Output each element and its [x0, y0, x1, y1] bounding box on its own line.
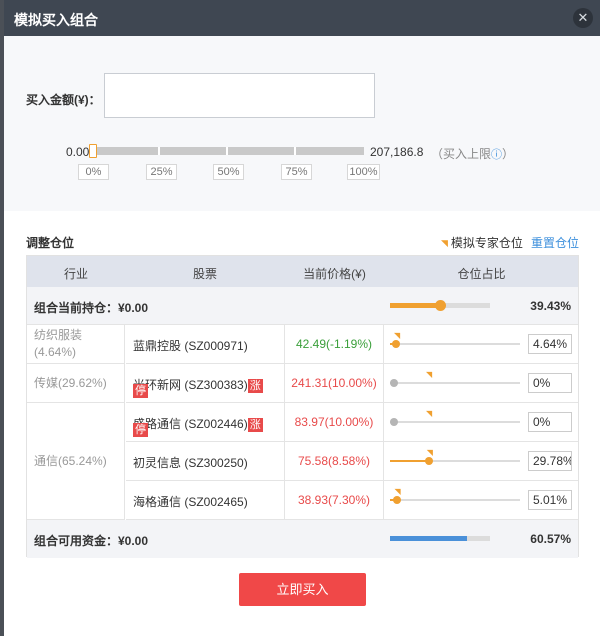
- dialog-titlebar: 模拟买入组合 ✕: [4, 0, 600, 36]
- buy-limit-hint: （买入上限ⓘ）: [431, 145, 514, 162]
- limit-up-badge: 涨: [247, 378, 263, 393]
- industry-cell: 传媒(29.62%): [27, 364, 125, 403]
- cash-summary-pct: 60.57%: [530, 532, 571, 546]
- weight-slider[interactable]: ◥: [390, 409, 520, 426]
- weight-slider-fill: [390, 460, 429, 462]
- stock-row: 盛路通信 (SZ002446) 涨 停 83.97(10.00%) ◥ 0%: [126, 403, 578, 442]
- reset-position-link[interactable]: 重置仓位: [531, 234, 579, 251]
- header-weight: 仓位占比: [457, 267, 506, 281]
- dialog-title: 模拟买入组合: [14, 12, 98, 28]
- holding-summary-label: 组合当前持仓：¥0.00: [34, 301, 149, 315]
- holding-bar-fill: [390, 303, 441, 308]
- flag-icon: ◥: [426, 370, 433, 379]
- cash-bar: [390, 536, 490, 541]
- slider-min-value: 0.00: [66, 145, 90, 159]
- weight-input[interactable]: 0%: [528, 412, 572, 432]
- cash-summary-label: 组合可用资金：¥0.00: [34, 534, 149, 548]
- weight-slider-handle[interactable]: [392, 496, 401, 504]
- stock-price: 42.49(-1.19%): [284, 325, 384, 363]
- weight-input[interactable]: 5.01%: [528, 490, 572, 510]
- stock-name: 蓝鼎控股 (SZ000971): [133, 339, 248, 353]
- stock-name-text: 盛路通信 (SZ002446): [133, 417, 248, 431]
- holding-summary-row: 组合当前持仓：¥0.00 39.43%: [27, 287, 578, 325]
- industry-label: 通信(65.24%): [34, 453, 107, 468]
- buy-now-button[interactable]: 立即买入: [239, 573, 366, 606]
- limit-up-badge: 停: [133, 384, 148, 398]
- flag-icon: ◥: [394, 487, 401, 496]
- stock-name: 海格通信 (SZ002465): [133, 495, 248, 509]
- amount-slider-handle[interactable]: [89, 144, 97, 158]
- cash-summary-row: 组合可用资金：¥0.00 60.57%: [27, 520, 578, 558]
- buy-amount-section: 买入金额(¥)： 0.00 207,186.8 （买入上限ⓘ） 0% 25% 5…: [4, 36, 600, 211]
- industry-label: 纺织服装 (4.64%): [34, 327, 82, 361]
- stock-row: 蓝鼎控股 (SZ000971) 42.49(-1.19%) ◥ 4.64%: [126, 325, 578, 364]
- limit-up-badge: 涨: [247, 417, 263, 432]
- weight-slider[interactable]: ◥: [390, 331, 520, 348]
- industry-cell: 纺织服装 (4.64%): [27, 325, 125, 364]
- stock-name: 初灵信息 (SZ300250): [133, 456, 248, 470]
- flag-icon: ◥: [426, 448, 433, 457]
- limit-up-badge: 停: [133, 423, 148, 437]
- buy-limit-hint-end: ）: [502, 147, 515, 161]
- flag-icon: ◥: [426, 409, 433, 418]
- weight-slider-handle[interactable]: [390, 379, 398, 387]
- slider-divider: [294, 147, 296, 155]
- stock-price: 241.31(10.00%): [284, 364, 384, 402]
- pct-button-100[interactable]: 100%: [347, 164, 380, 180]
- weight-input[interactable]: 0%: [528, 373, 572, 393]
- stock-price: 38.93(7.30%): [284, 481, 384, 519]
- expert-position-label: 模拟专家仓位: [450, 236, 523, 250]
- pct-button-75[interactable]: 75%: [281, 164, 312, 180]
- slider-max-value: 207,186.8: [370, 145, 424, 159]
- stock-row: 海格通信 (SZ002465) 38.93(7.30%) ◥ 5.01%: [126, 481, 578, 520]
- header-industry: 行业: [63, 267, 88, 281]
- expert-position-link[interactable]: ◥ 模拟专家仓位: [441, 234, 523, 251]
- amount-slider-track[interactable]: [92, 147, 364, 155]
- header-stock: 股票: [192, 267, 217, 281]
- weight-input[interactable]: 4.64%: [528, 334, 572, 354]
- weight-slider[interactable]: ◥: [390, 487, 520, 504]
- weight-slider-handle[interactable]: [392, 340, 401, 348]
- industry-name: 纺织服装: [34, 328, 83, 342]
- close-icon[interactable]: ✕: [573, 8, 593, 28]
- weight-slider-handle[interactable]: [424, 457, 433, 465]
- header-price: 当前价格(¥): [303, 267, 366, 281]
- industry-cell: 通信(65.24%): [27, 403, 125, 520]
- buy-portfolio-dialog: 模拟买入组合 ✕ 买入金额(¥)： 0.00 207,186.8 （买入上限ⓘ）…: [4, 0, 600, 636]
- amount-input[interactable]: [104, 73, 375, 118]
- adjust-position-title: 调整仓位: [26, 236, 75, 250]
- stock-price: 75.58(8.58%): [284, 442, 384, 480]
- holding-bar: [390, 300, 490, 311]
- industry-label: 传媒(29.62%): [34, 375, 107, 390]
- flag-icon: ◥: [441, 238, 448, 248]
- weight-slider-handle[interactable]: [390, 418, 398, 426]
- stock-row: 光环新网 (SZ300383) 涨 停 241.31(10.00%) ◥ 0%: [126, 364, 578, 403]
- weight-slider[interactable]: ◥: [390, 448, 520, 465]
- stock-price: 83.97(10.00%): [284, 403, 384, 441]
- amount-label: 买入金额(¥)：: [26, 93, 101, 107]
- holding-summary-pct: 39.43%: [530, 299, 571, 313]
- info-icon[interactable]: ⓘ: [491, 146, 502, 162]
- pct-button-50[interactable]: 50%: [213, 164, 244, 180]
- flag-icon: ◥: [394, 331, 401, 340]
- buy-limit-hint-text: （买入上限: [431, 147, 492, 161]
- stock-name: 光环新网 (SZ300383) 涨: [133, 376, 263, 393]
- weight-slider[interactable]: ◥: [390, 370, 520, 387]
- industry-pct: (4.64%): [34, 345, 77, 359]
- weight-input[interactable]: 29.78%: [528, 451, 572, 471]
- slider-divider: [158, 147, 160, 155]
- pct-button-0[interactable]: 0%: [78, 164, 109, 180]
- position-table: 行业 股票 当前价格(¥) 仓位占比 组合当前持仓：¥0.00 39.43% 纺…: [26, 255, 579, 558]
- stock-row: 初灵信息 (SZ300250) 75.58(8.58%) ◥ 29.78%: [126, 442, 578, 481]
- stock-name-text: 光环新网 (SZ300383): [133, 378, 248, 392]
- stock-name: 盛路通信 (SZ002446) 涨: [133, 415, 263, 432]
- holding-bar-knob[interactable]: [435, 300, 447, 311]
- pct-button-25[interactable]: 25%: [146, 164, 177, 180]
- table-header: 行业 股票 当前价格(¥) 仓位占比: [27, 256, 578, 287]
- cash-bar-fill: [390, 536, 467, 541]
- slider-divider: [226, 147, 228, 155]
